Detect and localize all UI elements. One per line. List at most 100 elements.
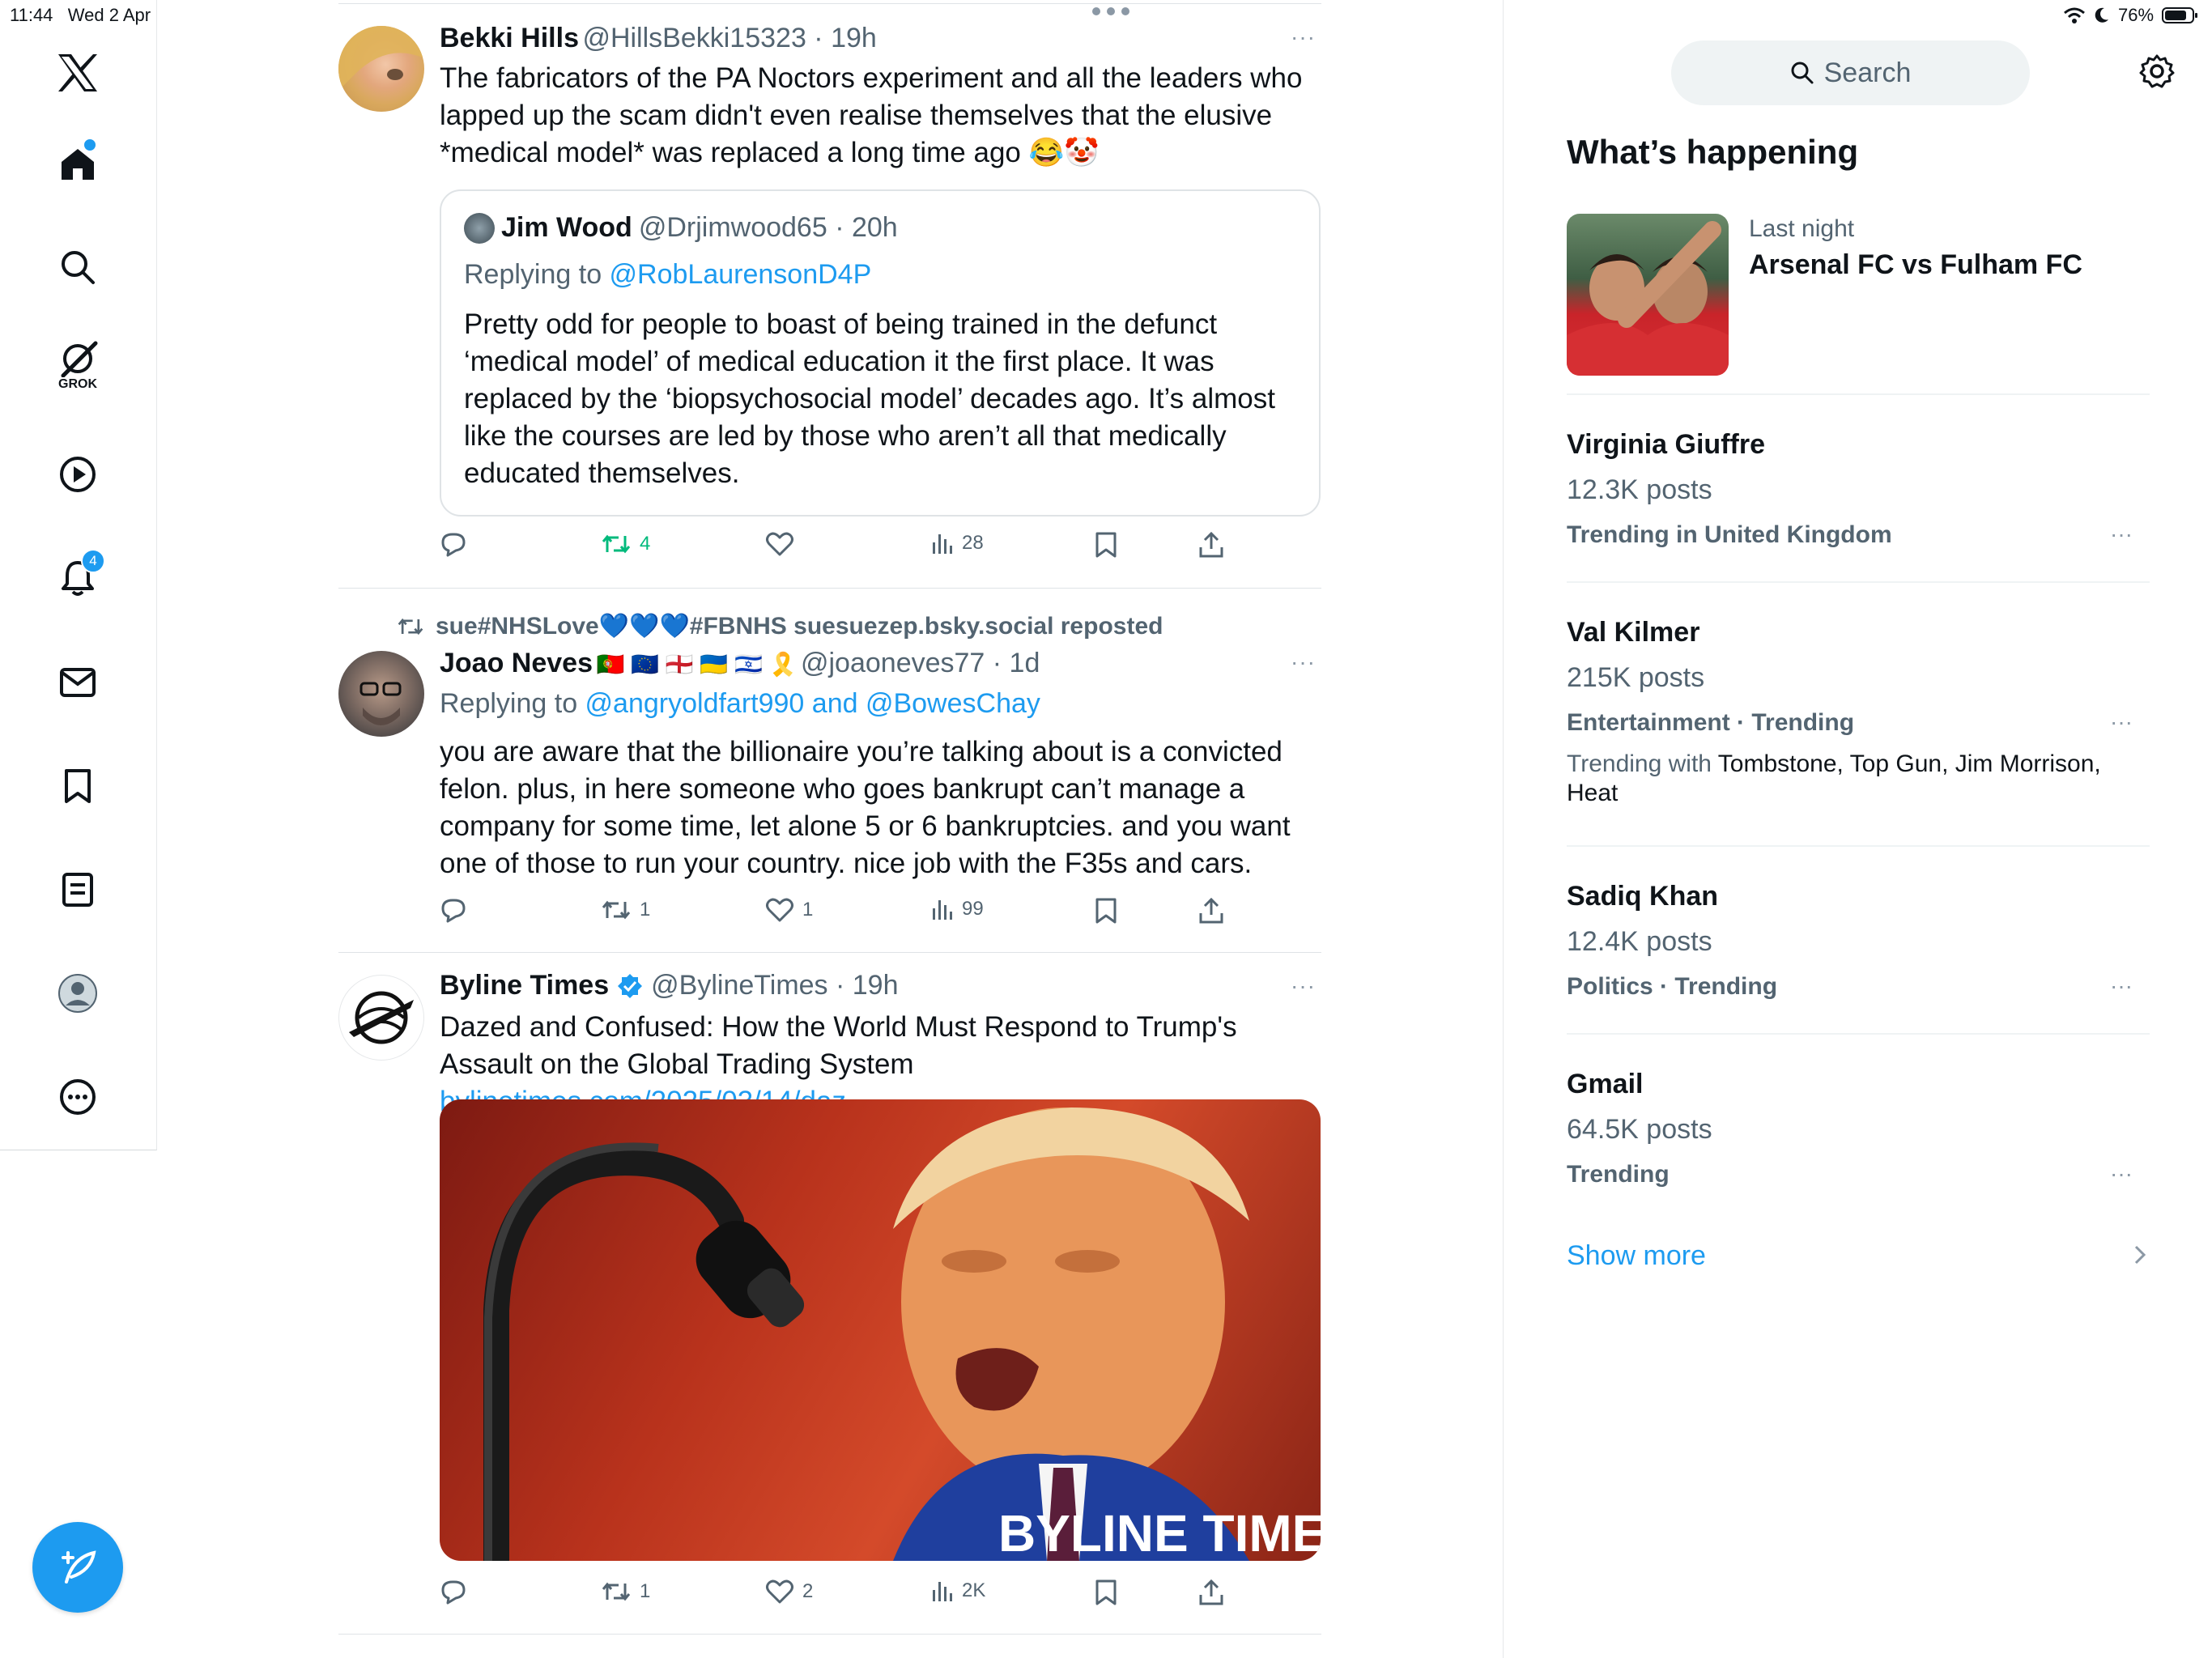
- tweet-divider: [338, 1634, 1321, 1635]
- quote-author-name[interactable]: Jim Wood: [501, 212, 632, 244]
- messages-mail-icon[interactable]: [45, 650, 110, 715]
- bookmark-icon: [1095, 532, 1117, 558]
- avatar-joao-neves[interactable]: [338, 651, 424, 737]
- home-icon[interactable]: [45, 131, 110, 196]
- bookmarks-icon[interactable]: [45, 754, 110, 818]
- reply-button[interactable]: [440, 531, 467, 557]
- retweet-button[interactable]: 4: [601, 531, 650, 557]
- reply-mentions[interactable]: @angryoldfart990 and @BowesChay: [585, 688, 1040, 719]
- tweet-more-icon[interactable]: ···: [1291, 973, 1316, 999]
- trend-context: Politics · Trending: [1567, 973, 1778, 1000]
- trend-more-icon[interactable]: ···: [2110, 1161, 2133, 1187]
- trend-title[interactable]: Gmail: [1567, 1069, 1643, 1100]
- bookmark-button[interactable]: [1095, 897, 1117, 925]
- more-options-icon[interactable]: [45, 1065, 110, 1129]
- share-icon: [1199, 531, 1223, 558]
- quote-reply-mention[interactable]: @RobLaurensonD4P: [610, 259, 872, 290]
- tweet-divider: [338, 952, 1321, 953]
- retweet-icon: [602, 1582, 631, 1601]
- trend-context: Trending: [1567, 1161, 1670, 1188]
- trend-more-icon[interactable]: ···: [2110, 973, 2133, 999]
- views-button[interactable]: 99: [931, 897, 984, 921]
- author-name[interactable]: Bekki Hills: [440, 23, 579, 53]
- trend-more-icon[interactable]: ···: [2110, 709, 2133, 735]
- views-button[interactable]: 2K: [931, 1579, 985, 1603]
- heart-icon: [766, 532, 793, 556]
- replying-to: Replying to @angryoldfart990 and @BowesC…: [440, 688, 1040, 719]
- like-button[interactable]: 2: [765, 1579, 813, 1605]
- tweet-header: Byline Times @BylineTimes · 19h: [440, 970, 899, 1001]
- trend-divider: [1567, 1033, 2150, 1035]
- notifications-bell-icon[interactable]: 4: [45, 546, 110, 610]
- author-handle-time: @HillsBekki15323 · 19h: [582, 23, 877, 53]
- quote-text: Pretty odd for people to boast of being …: [464, 308, 1275, 489]
- avatar-byline-times[interactable]: [338, 975, 424, 1061]
- x-logo[interactable]: [45, 40, 110, 105]
- author-name[interactable]: Joao Neves: [440, 648, 593, 678]
- trend-more-icon[interactable]: ···: [2110, 521, 2133, 547]
- profile-icon[interactable]: [45, 961, 110, 1026]
- retweet-icon: [602, 900, 631, 920]
- article-image[interactable]: BYLINE TIMES: [440, 1099, 1321, 1561]
- settings-gear-icon[interactable]: [2139, 53, 2175, 89]
- trend-divider: [1567, 845, 2150, 847]
- featured-trend-image[interactable]: [1567, 214, 1729, 376]
- show-more-link[interactable]: Show more: [1567, 1240, 1706, 1272]
- retweet-button[interactable]: 1: [601, 1579, 650, 1605]
- retweet-button[interactable]: 1: [601, 897, 650, 923]
- views-icon: [933, 1582, 952, 1601]
- like-count: 2: [802, 1580, 814, 1602]
- share-icon: [1199, 897, 1223, 924]
- search-bar[interactable]: Search: [1671, 40, 2030, 105]
- reply-button[interactable]: [440, 1579, 467, 1605]
- reply-button[interactable]: [440, 897, 467, 923]
- trending-with: Trending with Tombstone, Top Gun, Jim Mo…: [1567, 750, 2101, 806]
- share-icon: [1199, 1579, 1223, 1605]
- tweet-more-icon[interactable]: ···: [1291, 649, 1316, 675]
- bookmark-icon: [1095, 898, 1117, 924]
- trend-title[interactable]: Val Kilmer: [1567, 617, 1699, 648]
- home-unread-dot: [83, 138, 97, 152]
- quote-header: Jim Wood @Drjimwood65 · 20h: [464, 212, 898, 244]
- featured-trend-title[interactable]: Arsenal FC vs Fulham FC: [1749, 249, 2082, 281]
- drag-handle-dots[interactable]: [1091, 6, 1130, 16]
- grok-icon[interactable]: GROK: [45, 334, 110, 398]
- grok-label: GROK: [58, 377, 97, 391]
- share-button[interactable]: [1198, 531, 1224, 559]
- trend-title[interactable]: Virginia Giuffre: [1567, 429, 1765, 461]
- sidebar: GROK 4: [0, 0, 157, 1150]
- verified-badge-icon: [618, 973, 643, 998]
- heart-icon: [766, 898, 793, 922]
- tweet-more-icon[interactable]: ···: [1291, 24, 1316, 50]
- views-icon: [933, 900, 952, 920]
- compose-post-button[interactable]: [32, 1522, 123, 1613]
- author-handle-time: @BylineTimes · 19h: [651, 970, 899, 1001]
- chevron-right-icon[interactable]: [2133, 1244, 2147, 1266]
- share-button[interactable]: [1198, 1579, 1224, 1606]
- author-handle-time: @joaoneves77 · 1d: [800, 648, 1040, 678]
- author-name[interactable]: Byline Times: [440, 970, 609, 1001]
- lists-icon[interactable]: [45, 857, 110, 922]
- featured-trend-context: Last night: [1749, 215, 1855, 242]
- avatar-bekki-hills[interactable]: [338, 26, 424, 112]
- video-play-icon[interactable]: [45, 442, 110, 507]
- explore-search-icon[interactable]: [45, 235, 110, 300]
- timeline-top-divider: [338, 3, 1321, 4]
- views-button[interactable]: 28: [931, 531, 984, 555]
- repost-context: sue#NHSLove💙💙💙#FBNHS suesuezep.bsky.soci…: [397, 612, 1163, 640]
- reply-icon: [441, 1580, 466, 1605]
- like-button[interactable]: [765, 531, 794, 557]
- bookmark-button[interactable]: [1095, 1579, 1117, 1606]
- quoted-tweet[interactable]: Jim Wood @Drjimwood65 · 20h Replying to …: [440, 189, 1321, 517]
- bookmark-button[interactable]: [1095, 531, 1117, 559]
- tweet-text: you are aware that the billionaire you’r…: [440, 736, 1291, 879]
- repost-label[interactable]: sue#NHSLove💙💙💙#FBNHS suesuezep.bsky.soci…: [436, 612, 1163, 640]
- bookmark-icon: [1095, 1579, 1117, 1605]
- quote-avatar[interactable]: [464, 212, 495, 244]
- trend-divider: [1567, 393, 2150, 395]
- retweet-icon: [398, 618, 423, 635]
- like-count: 1: [802, 899, 814, 920]
- trend-title[interactable]: Sadiq Khan: [1567, 881, 1718, 912]
- like-button[interactable]: 1: [765, 897, 813, 923]
- share-button[interactable]: [1198, 897, 1224, 925]
